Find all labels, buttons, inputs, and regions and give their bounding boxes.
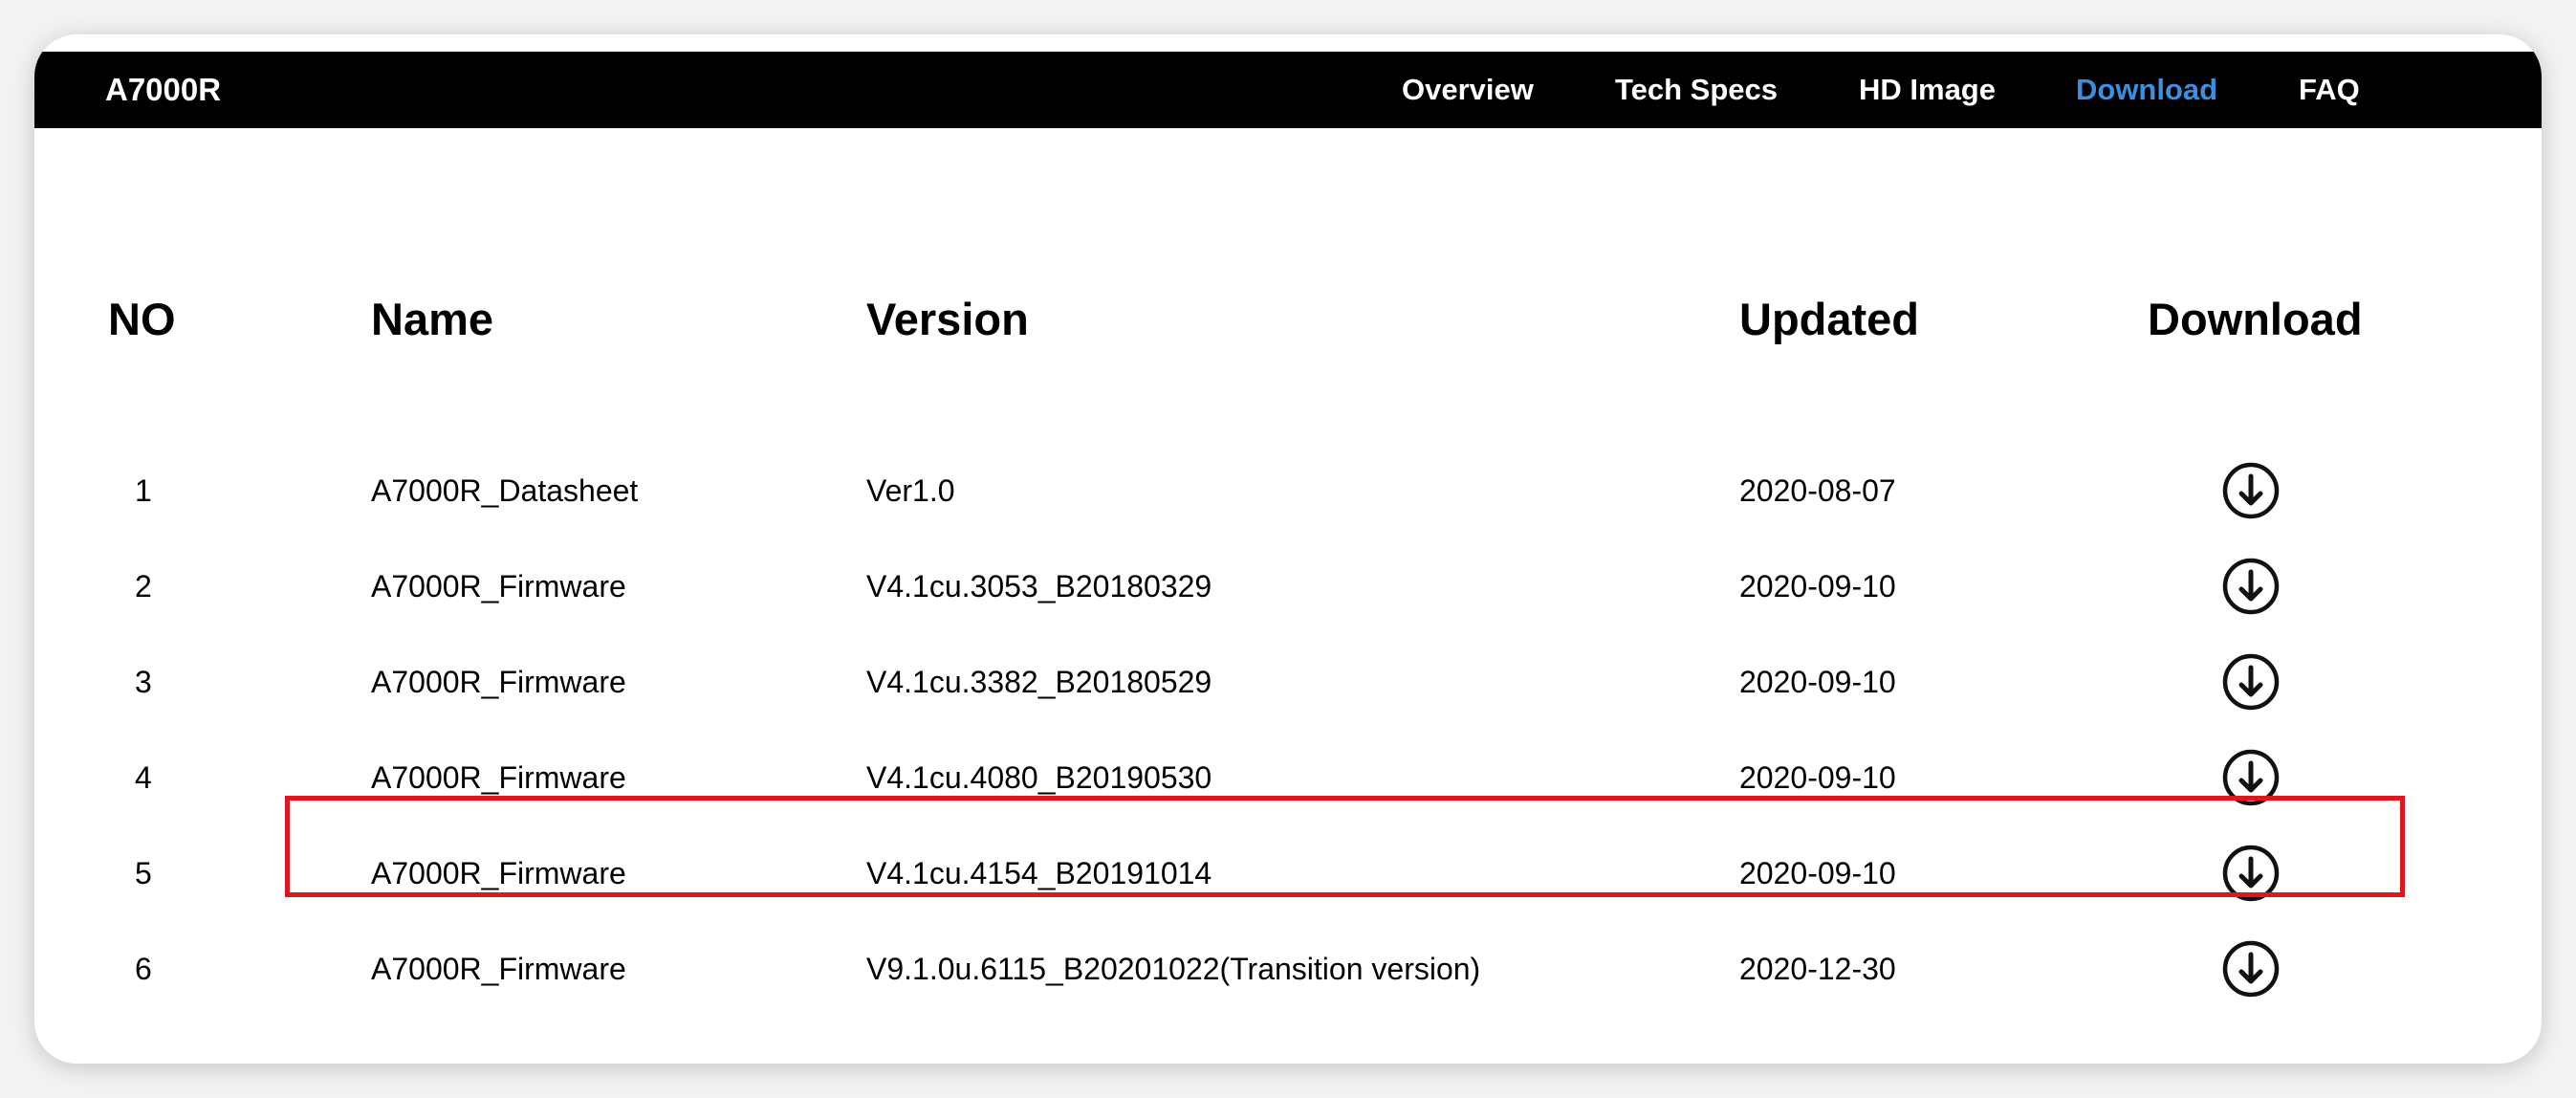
download-button[interactable] [2220, 460, 2281, 521]
cell-name: A7000R_Firmware [371, 569, 626, 604]
download-circle-icon [2222, 558, 2280, 615]
cell-updated: 2020-09-10 [1739, 760, 1896, 795]
download-circle-icon [2222, 653, 2280, 711]
cell-name: A7000R_Firmware [371, 760, 626, 795]
download-circle-icon [2222, 749, 2280, 806]
download-button[interactable] [2220, 651, 2281, 713]
download-button[interactable] [2220, 556, 2281, 617]
download-circle-icon [2222, 940, 2280, 998]
download-circle-icon [2222, 845, 2280, 902]
cell-version: V4.1cu.4154_B20191014 [866, 856, 1212, 890]
download-button[interactable] [2220, 747, 2281, 808]
cell-no: 5 [135, 856, 152, 890]
nav-overview[interactable]: Overview [1402, 52, 1534, 128]
brand-logo[interactable]: A7000R [105, 52, 221, 128]
nav-hd-image[interactable]: HD Image [1859, 52, 1996, 128]
nav-faq[interactable]: FAQ [2299, 52, 2360, 128]
cell-no: 1 [135, 473, 152, 508]
cell-updated: 2020-09-10 [1739, 665, 1896, 699]
cell-name: A7000R_Firmware [371, 952, 626, 986]
browser-window: A7000R Overview Tech Specs HD Image Down… [34, 34, 2542, 1064]
cell-name: A7000R_Firmware [371, 665, 626, 699]
cell-updated: 2020-08-07 [1739, 473, 1896, 508]
cell-version: V4.1cu.3382_B20180529 [866, 665, 1212, 699]
header-download: Download [2148, 294, 2363, 344]
download-button[interactable] [2220, 843, 2281, 904]
cell-updated: 2020-09-10 [1739, 856, 1896, 890]
cell-name: A7000R_Firmware [371, 856, 626, 890]
cell-name: A7000R_Datasheet [371, 473, 639, 508]
cell-version: V4.1cu.3053_B20180329 [866, 569, 1212, 604]
cell-version: Ver1.0 [866, 473, 955, 508]
nav-download[interactable]: Download [2076, 52, 2217, 128]
cell-no: 2 [135, 569, 152, 604]
cell-updated: 2020-09-10 [1739, 569, 1896, 604]
header-name: Name [371, 294, 494, 344]
cell-version: V9.1.0u.6115_B20201022(Transition versio… [866, 952, 1481, 986]
cell-version: V4.1cu.4080_B20190530 [866, 760, 1212, 795]
cell-updated: 2020-12-30 [1739, 952, 1896, 986]
top-navbar: A7000R Overview Tech Specs HD Image Down… [34, 52, 2542, 128]
download-circle-icon [2222, 462, 2280, 519]
header-version: Version [866, 294, 1029, 344]
cell-no: 4 [135, 760, 152, 795]
cell-no: 6 [135, 952, 152, 986]
cell-no: 3 [135, 665, 152, 699]
download-button[interactable] [2220, 938, 2281, 999]
nav-tech-specs[interactable]: Tech Specs [1615, 52, 1778, 128]
header-updated: Updated [1739, 294, 1919, 344]
header-no: NO [108, 294, 176, 344]
